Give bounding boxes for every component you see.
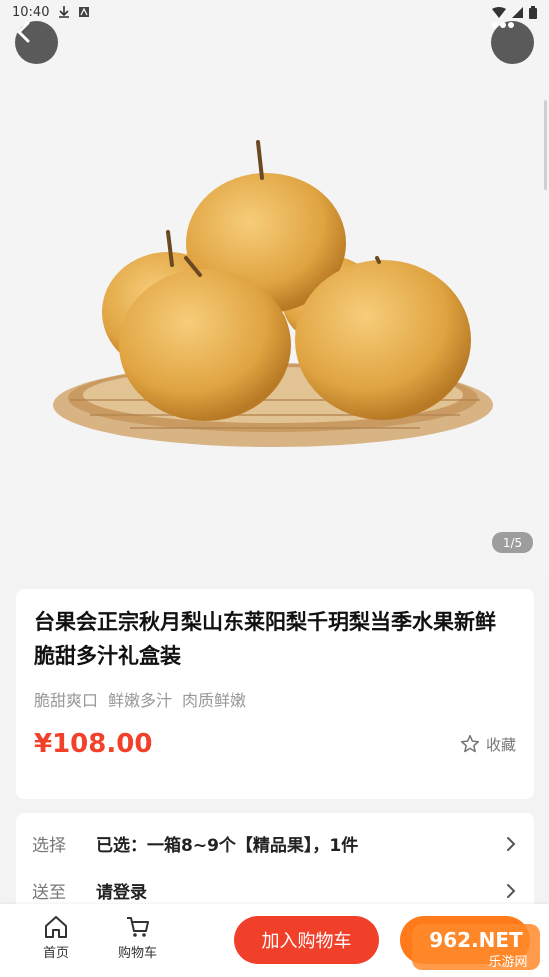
svg-text:乐游网: 乐游网 — [488, 955, 527, 970]
spec-select-label: 选择 — [32, 836, 66, 856]
product-image-gallery[interactable]: 1/5 — [0, 0, 549, 575]
more-button[interactable] — [491, 21, 534, 64]
nav-cart-label: 购物车 — [118, 946, 158, 961]
product-info-card: 台果会正宗秋月梨山东莱阳梨千玥梨当季水果新鲜脆甜多汁礼盒装 脆甜爽口 鲜嫩多汁 … — [16, 589, 534, 799]
nav-cart[interactable]: 购物车 — [118, 914, 157, 961]
gallery-page-indicator: 1/5 — [492, 532, 533, 553]
product-title: 台果会正宗秋月梨山东莱阳梨千玥梨当季水果新鲜脆甜多汁礼盒装 — [34, 610, 496, 668]
product-tag: 肉质鲜嫩 — [182, 691, 247, 710]
nav-home[interactable]: 首页 — [43, 914, 69, 961]
product-tag: 鲜嫩多汁 — [108, 691, 173, 710]
product-tag: 脆甜爽口 — [34, 691, 99, 710]
chevron-left-icon — [17, 21, 30, 43]
product-price: ¥108.00 — [34, 729, 153, 759]
signal-icon — [512, 6, 523, 18]
price-row: ¥108.00 收藏 — [34, 729, 516, 759]
scroll-indicator — [544, 100, 547, 190]
back-button[interactable] — [15, 21, 58, 64]
home-icon — [45, 916, 67, 938]
favorite-button[interactable]: 收藏 — [460, 734, 516, 755]
favorite-label: 收藏 — [485, 735, 516, 754]
product-tags: 脆甜爽口 鲜嫩多汁 肉质鲜嫩 — [34, 687, 516, 711]
ship-to-label: 送至 — [32, 883, 66, 903]
chevron-right-icon — [504, 881, 518, 901]
battery-icon — [529, 5, 537, 19]
svg-text:962.NET: 962.NET — [429, 928, 523, 952]
cart-icon — [126, 917, 149, 937]
wifi-icon — [492, 6, 506, 18]
chevron-right-icon — [504, 834, 518, 854]
ship-to-row[interactable]: 送至 请登录 — [32, 878, 518, 903]
status-bar: 10:40 — [0, 0, 549, 24]
add-to-cart-button[interactable]: 加入购物车 — [234, 916, 379, 964]
status-time: 10:40 — [12, 4, 50, 20]
site-watermark-logo: 962.NET 乐游网 — [412, 924, 540, 970]
ship-to-value: 请登录 — [96, 883, 147, 903]
spec-select-row[interactable]: 选择 已选：一箱8~9个【精品果】，1件 — [32, 831, 518, 856]
pear-basket-image — [53, 140, 493, 447]
nav-home-label: 首页 — [43, 946, 70, 961]
notification-app-icon — [79, 7, 90, 17]
spec-select-value: 已选：一箱8~9个【精品果】，1件 — [96, 836, 359, 856]
download-icon — [59, 6, 70, 18]
star-icon — [460, 734, 480, 753]
